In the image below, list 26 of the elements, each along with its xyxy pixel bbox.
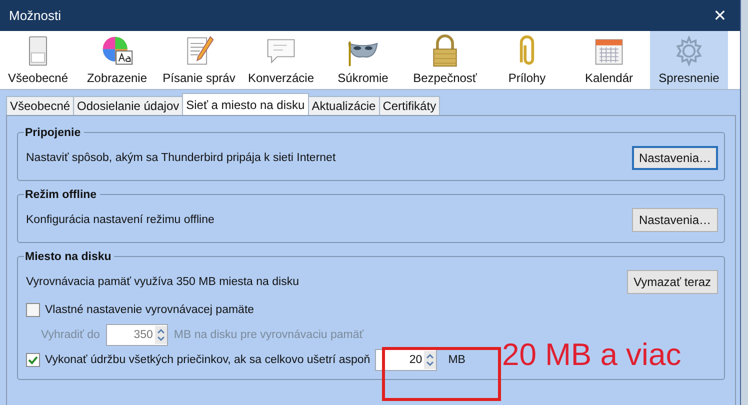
toolbar-button[interactable]: Spresnenie [650, 31, 728, 89]
settings-button[interactable]: Nastavenia… [632, 208, 718, 232]
spin-arrows-icon[interactable] [424, 351, 436, 369]
tab[interactable]: Odosielanie údajov [73, 96, 184, 115]
description-text: Konfigurácia nastavení režimu offline [26, 214, 214, 226]
tab[interactable]: Certifikáty [378, 96, 440, 115]
annotation-text: 20 MB a viac [502, 337, 682, 373]
settings-button[interactable]: Vymazať teraz [626, 270, 718, 294]
unit-label: MB [448, 354, 466, 366]
tab[interactable]: Všeobecné [6, 96, 74, 115]
number-field[interactable]: 20 [375, 349, 438, 371]
group-title: Pripojenie [24, 125, 84, 141]
checkbox[interactable] [26, 303, 40, 317]
checkbox-label: Vykonať údržbu všetkých priečinkov, ak sa celkovo ušetrí aspoň [45, 354, 370, 366]
field-label: Vyhradiť do [41, 329, 100, 341]
description-text: Vyrovnávacia pamäť využíva 350 MB miesta na disku [26, 276, 299, 288]
close-button[interactable]: ✕ [700, 0, 740, 31]
checkbox[interactable] [26, 353, 40, 367]
checkbox-label: Vlastné nastavenie vyrovnávacej pamäte [45, 304, 254, 316]
window-title: Možnosti [9, 8, 62, 23]
settings-button[interactable]: Nastavenia… [632, 146, 718, 170]
tab[interactable]: Aktualizácie [308, 96, 380, 115]
description-text: Nastaviť spôsob, akým sa Thunderbird pripája k sieti Internet [26, 152, 336, 164]
unit-label: MB na disku pre vyrovnávaciu pamäť [174, 329, 364, 341]
spin-arrows-icon[interactable] [154, 326, 167, 344]
tab[interactable]: Sieť a miesto na disku [182, 93, 309, 115]
